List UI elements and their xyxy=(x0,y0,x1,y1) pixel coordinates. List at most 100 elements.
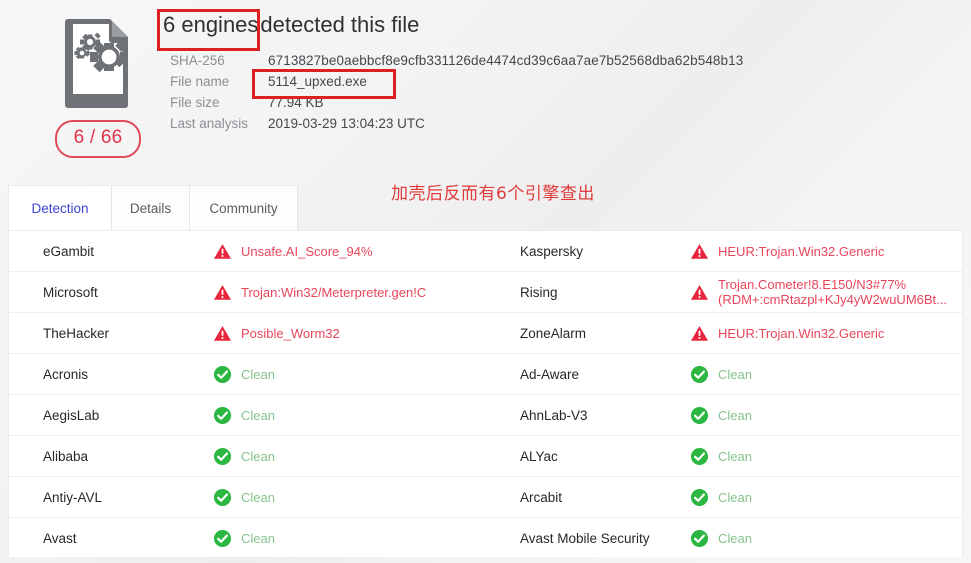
engine-name-left: Acronis xyxy=(43,366,89,382)
engine-name-cell-right: Arcabit xyxy=(486,476,690,518)
engine-name-left: AegisLab xyxy=(43,407,100,423)
engine-name-cell-right: ZoneAlarm xyxy=(486,312,690,354)
engine-name-cell-left: Antiy-AVL xyxy=(9,476,213,518)
engine-result-line1-right: HEUR:Trojan.Win32.Generic xyxy=(718,325,885,341)
clean-check-icon xyxy=(690,447,709,465)
engine-result-cell-right: HEUR:Trojan.Win32.Generic xyxy=(690,231,962,272)
tab-details[interactable]: Details xyxy=(112,185,190,230)
detections-table: eGambit Unsafe.AI_Score_94% Kaspersky HEUR:… xyxy=(9,231,962,557)
engine-result-left: Trojan:Win32/Meterpreter.gen!C xyxy=(241,285,426,300)
engine-result-cell-right: HEUR:Trojan.Win32.Generic xyxy=(690,312,962,354)
malicious-warning-icon xyxy=(690,284,709,300)
table-row[interactable]: Antiy-AVL Clean Arcabit Clean xyxy=(9,476,962,518)
engine-name-right: Kaspersky xyxy=(520,243,584,259)
engine-name-right: AhnLab-V3 xyxy=(520,407,588,423)
clean-check-icon xyxy=(213,529,232,547)
meta-label-last-analysis: Last analysis xyxy=(170,116,249,131)
engine-result-line1-left: Clean xyxy=(241,407,275,423)
meta-row-filename: File name 5114_upxed.exe xyxy=(170,71,743,92)
engine-name-cell-right: Rising xyxy=(486,271,690,313)
engine-result-cell-right: Clean xyxy=(690,476,962,518)
engine-result-line2-right: (RDM+:cmRtazpl+KJy4yW2wuUM6Bt... xyxy=(718,292,947,307)
engine-result-line1-left: Posible_Worm32 xyxy=(241,325,340,341)
tab-community[interactable]: Community xyxy=(190,185,298,230)
detection-card: Detection Details Community eGambit Unsaf… xyxy=(8,185,963,557)
meta-row-last-analysis: Last analysis 2019-03-29 13:04:23 UTC xyxy=(170,113,743,134)
engine-result-cell-right: Clean xyxy=(690,435,962,477)
engine-result-left: Posible_Worm32 xyxy=(241,326,340,341)
engine-result-cell-left: Trojan:Win32/Meterpreter.gen!C xyxy=(213,271,486,313)
detections-table-wrapper: eGambit Unsafe.AI_Score_94% Kaspersky HEUR:… xyxy=(8,230,963,557)
engine-name-cell-left: Alibaba xyxy=(9,435,213,477)
engine-result-right: Trojan.Cometer!8.E150/N3#77% (RDM+:cmRtaz… xyxy=(718,277,947,307)
engine-result-left: Clean xyxy=(241,490,275,505)
engine-name-cell-right: Avast Mobile Security xyxy=(486,517,690,557)
engine-result-line1-right: Clean xyxy=(718,448,752,464)
meta-label-sha256: SHA-256 xyxy=(170,53,225,68)
file-name-value: 5114_upxed.exe xyxy=(268,74,367,89)
malicious-warning-icon xyxy=(213,243,232,259)
engine-name-cell-left: TheHacker xyxy=(9,312,213,354)
engine-name-right: ZoneAlarm xyxy=(520,325,587,341)
engine-name-left: eGambit xyxy=(43,243,95,259)
engine-result-right: Clean xyxy=(718,449,752,464)
engine-result-cell-left: Unsafe.AI_Score_94% xyxy=(213,231,486,272)
engine-name-right: Avast Mobile Security xyxy=(520,530,650,546)
table-row[interactable]: Alibaba Clean ALYac Clean xyxy=(9,435,962,477)
last-analysis-value: 2019-03-29 13:04:23 UTC xyxy=(268,116,425,131)
table-row[interactable]: Avast Clean Avast Mobile Security Clean xyxy=(9,517,962,557)
table-row[interactable]: TheHacker Posible_Worm32 ZoneAlarm HEUR:Tro… xyxy=(9,312,962,354)
table-row[interactable]: AegisLab Clean AhnLab-V3 Clean xyxy=(9,394,962,436)
engine-result-cell-right: Clean xyxy=(690,394,962,436)
engine-result-left: Clean xyxy=(241,531,275,546)
engine-name-cell-left: Avast xyxy=(9,517,213,557)
engine-result-line1-right: Clean xyxy=(718,489,752,505)
meta-row-filesize: File size 77.94 KB xyxy=(170,92,743,113)
table-row[interactable]: eGambit Unsafe.AI_Score_94% Kaspersky HEUR:… xyxy=(9,231,962,272)
tab-detection[interactable]: Detection xyxy=(8,185,112,230)
engine-result-cell-left: Clean xyxy=(213,476,486,518)
engine-result-line1-left: Clean xyxy=(241,530,275,546)
engine-name-left: Avast xyxy=(43,530,77,546)
engine-name-left: Microsoft xyxy=(43,284,98,300)
engine-name-right: Ad-Aware xyxy=(520,366,580,382)
engine-name-cell-left: AegisLab xyxy=(9,394,213,436)
clean-check-icon xyxy=(213,447,232,465)
page-title: 6 enginesdetected this file xyxy=(163,12,419,38)
engine-result-line1-right: Clean xyxy=(718,407,752,423)
meta-label-filename: File name xyxy=(170,74,230,89)
engine-result-cell-right: Clean xyxy=(690,517,962,557)
meta-label-filesize: File size xyxy=(170,95,220,110)
engine-name-cell-left: Acronis xyxy=(9,353,213,395)
svg-text:EXE: EXE xyxy=(72,70,123,97)
engine-name-right: Rising xyxy=(520,284,558,300)
table-row[interactable]: Acronis Clean Ad-Aware Clean xyxy=(9,353,962,395)
detection-ratio-badge: 6 / 66 xyxy=(55,120,141,158)
engine-result-right: HEUR:Trojan.Win32.Generic xyxy=(718,244,884,259)
engine-result-line1-right: Clean xyxy=(718,366,752,382)
engine-result-right: Clean xyxy=(718,367,752,382)
engine-result-line1-left: Unsafe.AI_Score_94% xyxy=(241,243,373,259)
engine-result-cell-left: Clean xyxy=(213,517,486,557)
engine-result-line1-left: Trojan:Win32/Meterpreter.gen!C xyxy=(241,284,427,300)
engine-result-line1-right: Clean xyxy=(718,530,752,546)
engine-result-line1-left: Clean xyxy=(241,448,275,464)
engine-result-line1-right: HEUR:Trojan.Win32.Generic xyxy=(718,243,885,259)
engine-name-cell-right: Kaspersky xyxy=(486,231,690,272)
engine-result-right: Clean xyxy=(718,531,752,546)
engine-name-cell-left: Microsoft xyxy=(9,271,213,313)
clean-check-icon xyxy=(690,488,709,506)
engine-result-cell-left: Posible_Worm32 xyxy=(213,312,486,354)
meta-row-sha256: SHA-256 6713827be0aebbcf8e9cfb331126de447… xyxy=(170,50,743,71)
engine-result-line1-right: Trojan.Cometer!8.E150/N3#77% xyxy=(718,277,907,292)
engine-name-right: Arcabit xyxy=(520,489,563,505)
table-row[interactable]: Microsoft Trojan:Win32/Meterpreter.gen!C R… xyxy=(9,271,962,313)
engine-name-left: TheHacker xyxy=(43,325,110,341)
file-summary-header: EXE 6 / 66 6 enginesdetected this file S… xyxy=(0,0,971,180)
engine-result-left: Unsafe.AI_Score_94% xyxy=(241,244,373,259)
file-metadata-table: SHA-256 6713827be0aebbcf8e9cfb331126de447… xyxy=(170,50,743,134)
tab-bar: Detection Details Community xyxy=(8,185,963,230)
engine-result-cell-right: Trojan.Cometer!8.E150/N3#77% (RDM+:cmRtaz… xyxy=(690,271,962,313)
headline-engine-count: 6 engines xyxy=(163,12,259,37)
malicious-warning-icon xyxy=(690,243,709,259)
